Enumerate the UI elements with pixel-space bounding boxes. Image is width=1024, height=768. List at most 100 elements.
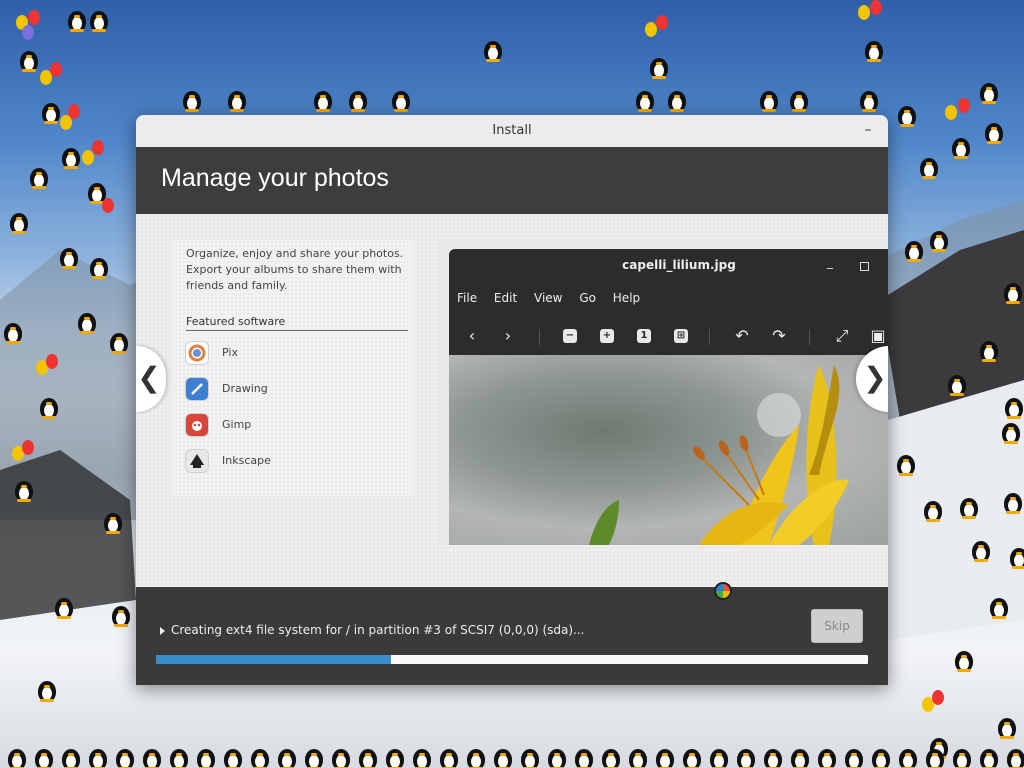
balloon-icon xyxy=(932,690,944,705)
rotate-left-icon: ↶ xyxy=(735,326,749,345)
penguin-icon xyxy=(1002,420,1020,444)
penguin-icon xyxy=(575,746,593,768)
penguin-icon xyxy=(952,135,970,159)
viewer-title: capelli_lilium.jpg xyxy=(622,258,736,272)
penguin-icon xyxy=(1010,545,1024,569)
penguin-icon xyxy=(116,746,134,768)
slideshow-icon: ▣ xyxy=(870,326,886,345)
penguin-icon xyxy=(359,746,377,768)
penguin-icon xyxy=(845,746,863,768)
menu-view: View xyxy=(534,291,563,305)
penguin-icon xyxy=(737,746,755,768)
back-icon: ‹ xyxy=(468,326,476,345)
penguin-icon xyxy=(38,678,56,702)
penguin-icon xyxy=(90,8,108,32)
penguin-icon xyxy=(953,746,971,768)
penguin-icon xyxy=(20,48,38,72)
penguin-icon xyxy=(386,746,404,768)
penguin-icon xyxy=(332,746,350,768)
penguin-icon xyxy=(668,88,686,112)
penguin-icon xyxy=(980,338,998,362)
slide-screenshot: capelli_lilium.jpg _ File Edit View Go H… xyxy=(438,239,888,545)
menu-help: Help xyxy=(612,291,641,305)
penguin-icon xyxy=(78,310,96,334)
previous-slide-button[interactable]: ❮ xyxy=(136,346,166,412)
penguin-icon xyxy=(224,746,242,768)
forward-icon: › xyxy=(504,326,512,345)
penguin-icon xyxy=(413,746,431,768)
penguin-icon xyxy=(899,746,917,768)
gimp-icon xyxy=(186,414,208,436)
app-label: Pix xyxy=(222,346,238,359)
penguin-icon xyxy=(998,715,1016,739)
penguin-icon xyxy=(30,165,48,189)
penguin-icon xyxy=(40,395,58,419)
menu-file: File xyxy=(457,291,478,305)
menu-edit: Edit xyxy=(493,291,518,305)
penguin-icon xyxy=(926,746,944,768)
penguin-icon xyxy=(1005,395,1023,419)
balloon-icon xyxy=(82,150,94,165)
balloon-icon xyxy=(656,15,668,30)
penguin-icon xyxy=(62,145,80,169)
penguin-icon xyxy=(1007,746,1024,768)
menu-go: Go xyxy=(579,291,596,305)
penguin-icon xyxy=(924,498,942,522)
penguin-icon xyxy=(112,603,130,627)
penguin-icon xyxy=(865,38,883,62)
viewer-minimize-icon: _ xyxy=(827,255,833,269)
balloon-icon xyxy=(28,10,40,25)
penguin-icon xyxy=(8,746,26,768)
penguin-icon xyxy=(42,100,60,124)
balloon-icon xyxy=(858,5,870,20)
penguin-icon xyxy=(656,746,674,768)
viewer-maximize-icon xyxy=(860,262,869,271)
penguin-icon xyxy=(62,746,80,768)
penguin-icon xyxy=(683,746,701,768)
penguin-icon xyxy=(349,88,367,112)
busy-cursor-icon xyxy=(714,582,732,600)
lily-photo xyxy=(449,355,888,545)
balloon-icon xyxy=(22,440,34,455)
viewer-toolbar: ‹ › − + 1 ⊞ ↶ ↷ ⤢ ▣ xyxy=(449,317,888,355)
penguin-icon xyxy=(764,746,782,768)
skip-button[interactable]: Skip xyxy=(811,609,863,643)
viewer-menubar: File Edit View Go Help xyxy=(457,291,653,305)
penguin-icon xyxy=(305,746,323,768)
progress-panel: Creating ext4 file system for / in parti… xyxy=(136,587,888,685)
app-label: Drawing xyxy=(222,382,268,395)
penguin-icon xyxy=(710,746,728,768)
penguin-icon xyxy=(278,746,296,768)
zoom-out-icon: − xyxy=(563,329,577,343)
penguin-icon xyxy=(60,245,78,269)
penguin-icon xyxy=(955,648,973,672)
fullscreen-icon: ⤢ xyxy=(835,326,849,345)
description-card: Organize, enjoy and share your photos. E… xyxy=(174,240,414,496)
install-status[interactable]: Creating ext4 file system for / in parti… xyxy=(160,623,584,637)
app-label: Gimp xyxy=(222,418,252,431)
balloon-icon xyxy=(46,354,58,369)
penguin-icon xyxy=(897,452,915,476)
penguin-icon xyxy=(89,746,107,768)
penguin-icon xyxy=(818,746,836,768)
installer-window: Install – Manage your photos Organize, e… xyxy=(136,115,888,685)
penguin-icon xyxy=(629,746,647,768)
slide-title: Manage your photos xyxy=(161,164,389,192)
penguin-icon xyxy=(110,330,128,354)
minimize-icon[interactable]: – xyxy=(860,123,876,139)
rotate-right-icon: ↷ xyxy=(772,326,786,345)
penguin-icon xyxy=(985,120,1003,144)
penguin-icon xyxy=(440,746,458,768)
image-viewer-window: capelli_lilium.jpg _ File Edit View Go H… xyxy=(449,249,888,545)
penguin-icon xyxy=(548,746,566,768)
inkscape-icon xyxy=(186,450,208,472)
featured-software-heading: Featured software xyxy=(186,315,408,331)
penguin-icon xyxy=(980,746,998,768)
penguin-icon xyxy=(170,746,188,768)
penguin-icon xyxy=(314,88,332,112)
penguin-icon xyxy=(905,238,923,262)
penguin-icon xyxy=(15,478,33,502)
penguin-icon xyxy=(104,510,122,534)
penguin-icon xyxy=(960,495,978,519)
balloon-icon xyxy=(68,104,80,119)
